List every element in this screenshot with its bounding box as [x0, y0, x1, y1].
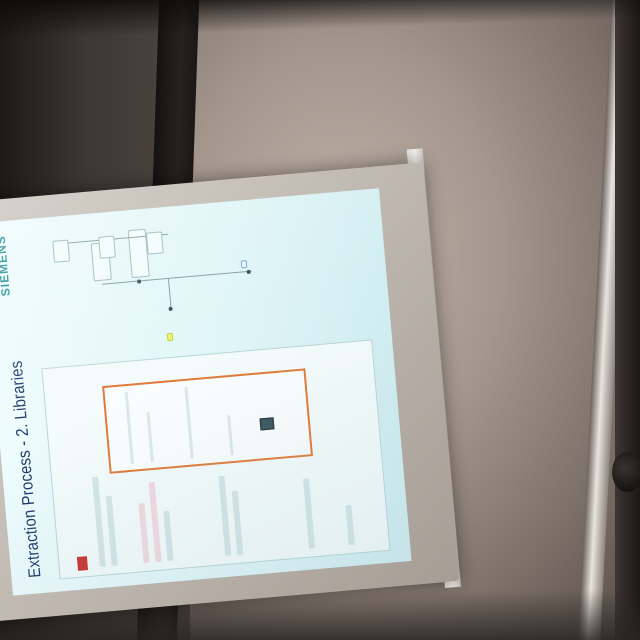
panel-line	[345, 504, 355, 546]
connector-line	[102, 270, 252, 285]
dark-object-right	[612, 452, 640, 492]
screenshot-panel	[41, 339, 391, 580]
text-line	[227, 415, 234, 456]
text-line	[124, 391, 134, 464]
flow-node-blue	[240, 260, 248, 269]
connector-line	[168, 278, 172, 309]
panel-line	[163, 510, 174, 562]
panel-line	[92, 476, 106, 568]
brand-name: SIEMENS	[0, 234, 13, 297]
doorway-shadow	[615, 0, 640, 640]
text-line	[146, 412, 154, 463]
connector-dot	[168, 306, 173, 312]
panel-line	[302, 478, 316, 549]
monitor: Extraction Process - 2. Libraries SIEMEN…	[0, 148, 461, 622]
library-icon	[259, 417, 275, 431]
brand-logo: SIEMENS	[0, 235, 13, 297]
text-line	[184, 386, 194, 459]
highlighted-region	[102, 368, 313, 474]
panel-line	[231, 490, 244, 555]
flow-node-small	[145, 231, 164, 255]
connector-dot	[136, 279, 142, 284]
panel-pink-row	[138, 502, 150, 564]
app-logo-badge	[76, 556, 89, 571]
flow-node-small	[98, 235, 116, 259]
flow-diagram	[37, 202, 367, 359]
connector-dot	[246, 269, 251, 275]
panel-line	[105, 495, 118, 566]
room-background: Extraction Process - 2. Libraries SIEMEN…	[0, 0, 640, 640]
panel-line	[218, 475, 232, 557]
flow-node-highlight	[166, 332, 174, 342]
panel-pink-row	[148, 481, 162, 563]
flow-node-small	[52, 239, 71, 263]
slide-title: Extraction Process - 2. Libraries	[6, 359, 45, 579]
monitor-display: Extraction Process - 2. Libraries SIEMEN…	[0, 188, 412, 596]
presentation-slide: Extraction Process - 2. Libraries SIEMEN…	[0, 188, 412, 596]
